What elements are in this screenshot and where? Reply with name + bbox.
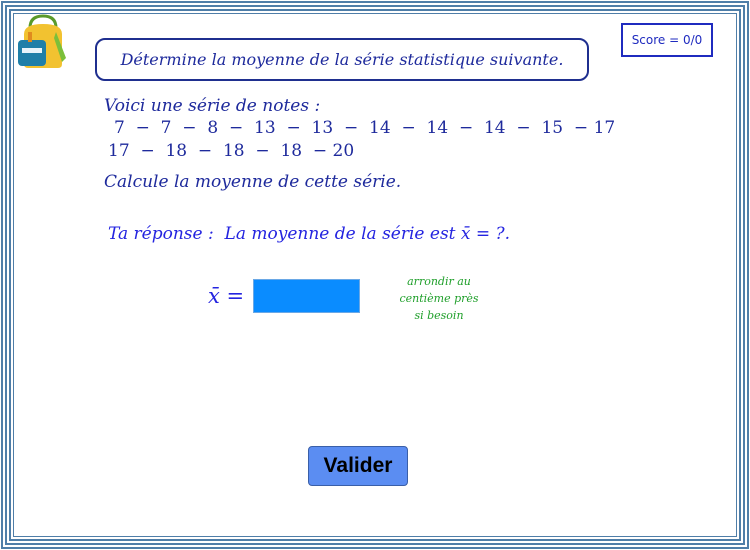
answer-prompt: Ta réponse : La moyenne de la série est … bbox=[108, 224, 511, 244]
backpack-icon bbox=[18, 14, 66, 68]
validate-button[interactable]: Valider bbox=[308, 446, 408, 486]
score-display: Score = 0/0 bbox=[621, 23, 713, 57]
rounding-hint: arrondir au centième près si besoin bbox=[384, 273, 494, 324]
intro-text: Voici une série de notes : bbox=[104, 96, 321, 116]
question-title: Détermine la moyenne de la série statist… bbox=[120, 50, 564, 69]
instruction-text: Calcule la moyenne de cette série. bbox=[104, 172, 402, 192]
mean-answer-input[interactable] bbox=[253, 279, 360, 313]
hint-line-3: si besoin bbox=[414, 309, 464, 322]
score-label: Score = 0/0 bbox=[631, 33, 703, 47]
mean-label: x̄ = bbox=[208, 284, 245, 308]
hint-line-2: centième près bbox=[399, 292, 479, 305]
series-line-2: 17 − 18 − 18 − 18 − 20 bbox=[108, 141, 355, 161]
question-title-box: Détermine la moyenne de la série statist… bbox=[95, 38, 589, 81]
series-line-1: 7 − 7 − 8 − 13 − 13 − 14 − 14 − 14 − 15 … bbox=[114, 118, 616, 138]
hint-line-1: arrondir au bbox=[407, 275, 471, 288]
